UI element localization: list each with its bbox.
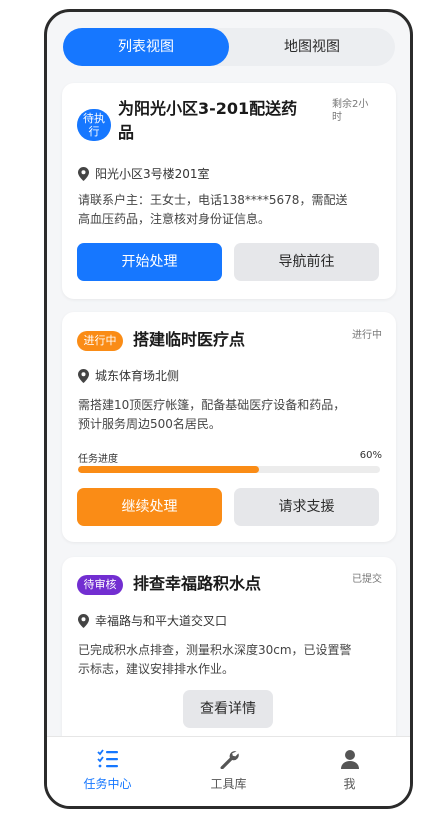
description-line: 示标志，建议安排排水作业。: [78, 662, 235, 676]
phone-frame: 列表视图 地图视图 待执行 为阳光小区3-201配送药 品 剩余2小 时 阳光小…: [44, 9, 413, 809]
continue-processing-button[interactable]: 继续处理: [77, 488, 222, 526]
description-line: 高血压药品，注意核对身份证信息。: [78, 212, 271, 226]
list-view-tab[interactable]: 列表视图: [63, 28, 229, 66]
task-list-icon: [96, 749, 118, 768]
map-view-tab[interactable]: 地图视图: [229, 28, 395, 66]
time-remaining-line: 时: [332, 112, 342, 123]
tab-label: 任务中心: [83, 777, 132, 791]
tab-toolbox[interactable]: 工具库: [168, 737, 289, 806]
wrench-icon: [220, 751, 239, 769]
start-processing-button[interactable]: 开始处理: [77, 243, 222, 281]
location-text: 阳光小区3号楼201室: [95, 167, 210, 181]
task-meta: 已提交: [352, 574, 382, 585]
time-remaining: 剩余2小 时: [332, 98, 382, 124]
task-title: 为阳光小区3-201配送药 品: [118, 97, 297, 145]
bottom-tab-bar: 任务中心 工具库 我: [47, 736, 410, 806]
task-description: 需搭建10顶医疗帐篷，配备基础医疗设备和药品， 预计服务周边500名居民。: [78, 396, 382, 434]
progress-bar-fill: [78, 466, 260, 473]
tab-label: 我: [343, 777, 356, 791]
location-pin-icon: [78, 166, 89, 181]
location-pin-icon: [78, 613, 89, 628]
description-line: 已完成积水点排查，测量积水深度30cm，已设置警: [78, 643, 352, 657]
task-title-line: 品: [118, 123, 135, 142]
task-card[interactable]: 待执行 为阳光小区3-201配送药 品 剩余2小 时 阳光小区3号楼201室 请…: [62, 83, 396, 299]
user-icon: [340, 750, 359, 769]
description-line: 预计服务周边500名居民。: [78, 417, 221, 431]
progress-bar: [78, 466, 380, 473]
location: 城东体育场北侧: [78, 367, 179, 384]
progress-percent: 60%: [359, 450, 382, 461]
time-remaining-line: 剩余2小: [332, 99, 369, 110]
task-title-line: 为阳光小区3-201配送药: [118, 99, 298, 118]
task-card[interactable]: 待审核 排查幸福路积水点 已提交 幸福路与和平大道交叉口 已完成积水点排查，测量…: [62, 557, 396, 757]
status-badge-text: 待执行: [83, 112, 105, 138]
description-line: 请联系户主：王女士，电话138****5678，需配送: [78, 193, 348, 207]
status-badge: 进行中: [77, 331, 123, 351]
location-pin-icon: [78, 368, 89, 383]
task-title: 排查幸福路积水点: [133, 574, 262, 593]
location: 幸福路与和平大道交叉口: [78, 612, 227, 629]
status-badge: 待执行: [77, 109, 111, 141]
location-text: 城东体育场北侧: [95, 369, 180, 383]
request-support-button[interactable]: 请求支援: [234, 488, 379, 526]
task-description: 已完成积水点排查，测量积水深度30cm，已设置警 示标志，建议安排排水作业。: [78, 641, 382, 679]
task-card[interactable]: 进行中 搭建临时医疗点 进行中 城东体育场北侧 需搭建10顶医疗帐篷，配备基础医…: [62, 312, 396, 542]
progress-label: 任务进度: [78, 454, 118, 465]
view-toggle: 列表视图 地图视图: [63, 28, 395, 66]
task-title: 搭建临时医疗点: [133, 330, 246, 349]
tab-label: 工具库: [210, 777, 247, 791]
task-description: 请联系户主：王女士，电话138****5678，需配送 高血压药品，注意核对身份…: [78, 191, 382, 229]
tab-task-center[interactable]: 任务中心: [47, 737, 168, 806]
location-text: 幸福路与和平大道交叉口: [95, 614, 228, 628]
view-details-button[interactable]: 查看详情: [183, 690, 273, 728]
location: 阳光小区3号楼201室: [78, 165, 210, 182]
navigate-button[interactable]: 导航前往: [234, 243, 379, 281]
tab-me[interactable]: 我: [289, 737, 410, 806]
description-line: 需搭建10顶医疗帐篷，配备基础医疗设备和药品，: [78, 398, 346, 412]
task-meta: 进行中: [352, 330, 382, 341]
status-badge: 待审核: [77, 575, 123, 595]
